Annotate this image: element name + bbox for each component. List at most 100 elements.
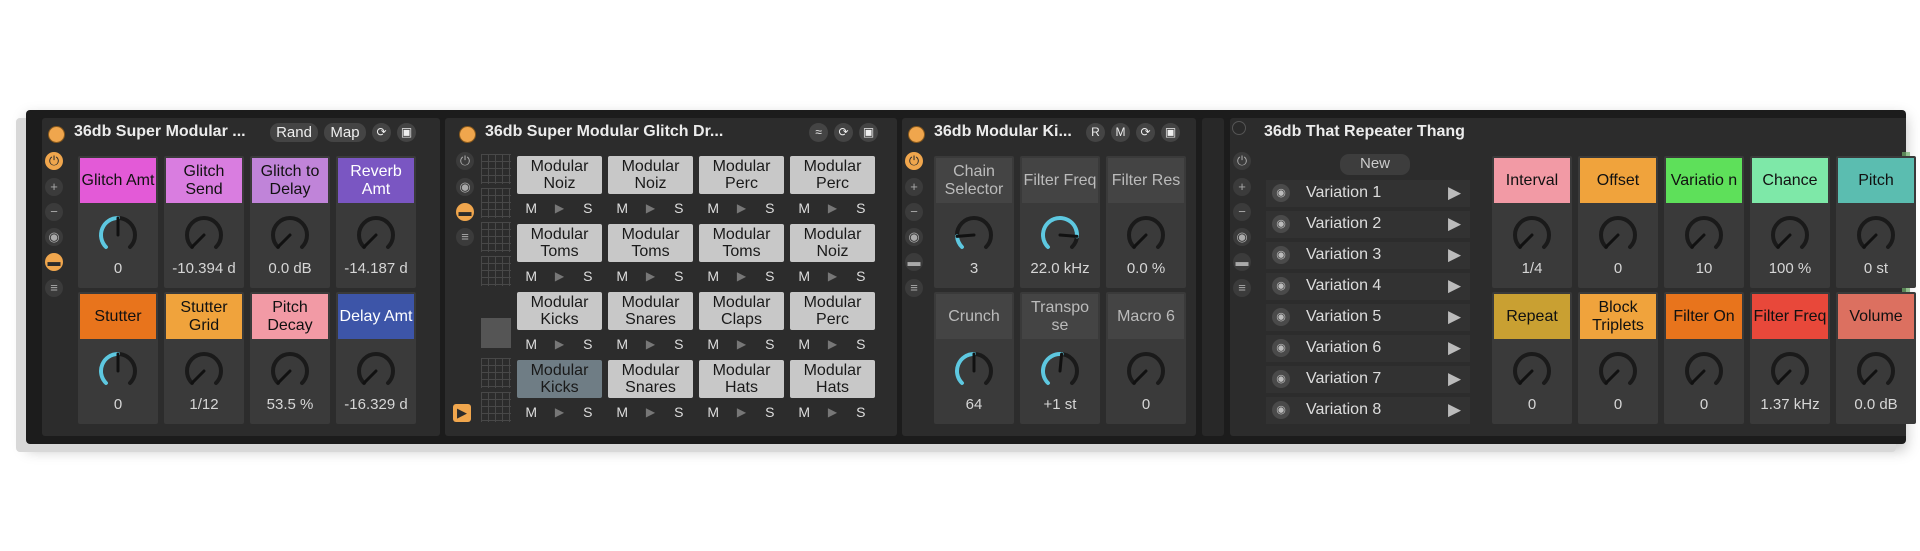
pad-play-icon[interactable]: ▶: [545, 197, 573, 219]
camera-icon[interactable]: ◉: [1272, 401, 1290, 419]
macro-knob[interactable]: [1855, 350, 1897, 392]
pad-mute-button[interactable]: M: [608, 265, 636, 287]
macro-knob[interactable]: [953, 350, 995, 392]
macro-control[interactable]: Volume 0.0 dB: [1836, 292, 1916, 424]
variation-label[interactable]: Variation 8: [1306, 401, 1381, 419]
pad-label[interactable]: Modular Perc: [790, 292, 875, 330]
variation-label[interactable]: Variation 1: [1306, 184, 1381, 202]
pad-play-icon[interactable]: ▶: [727, 333, 755, 355]
macro-control[interactable]: Glitch Send -10.394 d: [164, 156, 244, 288]
pad-solo-button[interactable]: S: [574, 265, 602, 287]
pad-label[interactable]: Modular Kicks: [517, 292, 602, 330]
pad-mute-button[interactable]: M: [790, 333, 818, 355]
macro-control[interactable]: Glitch Amt 0: [78, 156, 158, 288]
power-icon[interactable]: ⏻: [456, 152, 474, 170]
play-icon[interactable]: ▶: [1448, 276, 1461, 296]
macro-control[interactable]: Filter On 0: [1664, 292, 1744, 424]
refresh-icon[interactable]: ⟳: [834, 123, 853, 142]
pad-mute-button[interactable]: M: [517, 197, 545, 219]
pad-play-icon[interactable]: ▶: [818, 197, 846, 219]
macro-control[interactable]: Delay Amt -16.329 d: [336, 292, 416, 424]
macro-toggle-icon[interactable]: ▬: [905, 253, 923, 271]
macro-knob[interactable]: [1769, 350, 1811, 392]
pad-mute-button[interactable]: M: [790, 197, 818, 219]
macro-knob[interactable]: [269, 350, 311, 392]
pad-mute-button[interactable]: M: [790, 401, 818, 423]
pad-solo-button[interactable]: S: [756, 401, 784, 423]
macro-knob[interactable]: [1511, 214, 1553, 256]
chain-list-icon[interactable]: ≡: [456, 228, 474, 246]
pad-bank-grid[interactable]: [481, 392, 511, 422]
pad-solo-button[interactable]: S: [847, 401, 875, 423]
macro-control[interactable]: Crunch 64: [934, 292, 1014, 424]
auto-select-icon[interactable]: ▶: [453, 404, 471, 422]
drum-pad[interactable]: Modular Snares M ▶ S: [608, 292, 693, 356]
pad-label[interactable]: Modular Noiz: [608, 156, 693, 194]
save-icon[interactable]: ▣: [859, 123, 878, 142]
macro-control[interactable]: Variatio n 10: [1664, 156, 1744, 288]
m-button[interactable]: M: [1111, 123, 1130, 142]
pad-label[interactable]: Modular Kicks: [517, 360, 602, 398]
macro-knob[interactable]: [355, 350, 397, 392]
pad-solo-button[interactable]: S: [665, 401, 693, 423]
pad-play-icon[interactable]: ▶: [818, 401, 846, 423]
power-icon[interactable]: ⏻: [45, 152, 63, 170]
pad-solo-button[interactable]: S: [756, 197, 784, 219]
macro-control[interactable]: Chance 100 %: [1750, 156, 1830, 288]
variation-row[interactable]: ◉ Variation 8 ▶: [1266, 397, 1470, 424]
pad-label[interactable]: Modular Toms: [699, 224, 784, 262]
pad-play-icon[interactable]: ▶: [636, 197, 664, 219]
pad-solo-button[interactable]: S: [665, 197, 693, 219]
macro-control[interactable]: Chain Selector 3: [934, 156, 1014, 288]
rand-button[interactable]: Rand: [270, 123, 318, 142]
pad-solo-button[interactable]: S: [665, 265, 693, 287]
macro-knob[interactable]: [1511, 350, 1553, 392]
macro-knob[interactable]: [1769, 214, 1811, 256]
map-button[interactable]: Map: [324, 123, 366, 142]
macro-toggle-icon[interactable]: ▬: [45, 253, 63, 271]
pad-label[interactable]: Modular Toms: [608, 224, 693, 262]
plus-icon[interactable]: +: [905, 178, 923, 196]
pad-label[interactable]: Modular Perc: [790, 156, 875, 194]
play-icon[interactable]: ▶: [1448, 338, 1461, 358]
variation-row[interactable]: ◉ Variation 1 ▶: [1266, 180, 1470, 207]
macro-knob[interactable]: [953, 214, 995, 256]
camera-icon[interactable]: ◉: [1272, 215, 1290, 233]
macro-control[interactable]: Offset 0: [1578, 156, 1658, 288]
pad-label[interactable]: Modular Noiz: [517, 156, 602, 194]
macro-control[interactable]: Stutter 0: [78, 292, 158, 424]
macro-control[interactable]: Transpo se +1 st: [1020, 292, 1100, 424]
play-icon[interactable]: ▶: [1448, 369, 1461, 389]
drum-pad[interactable]: Modular Claps M ▶ S: [699, 292, 784, 356]
pad-mute-button[interactable]: M: [517, 265, 545, 287]
pad-mute-button[interactable]: M: [699, 401, 727, 423]
pad-play-icon[interactable]: ▶: [545, 401, 573, 423]
macro-toggle-icon[interactable]: ▬: [456, 203, 474, 221]
drum-pad[interactable]: Modular Noiz M ▶ S: [608, 156, 693, 220]
pad-solo-button[interactable]: S: [665, 333, 693, 355]
variation-row[interactable]: ◉ Variation 3 ▶: [1266, 242, 1470, 269]
device-on-toggle[interactable]: [459, 126, 476, 143]
save-icon[interactable]: ▣: [1161, 123, 1180, 142]
pad-bank-grid[interactable]: [481, 256, 511, 286]
macro-control[interactable]: Pitch 0 st: [1836, 156, 1916, 288]
macro-knob[interactable]: [1597, 350, 1639, 392]
pad-mute-button[interactable]: M: [699, 333, 727, 355]
pad-bank-grid[interactable]: [481, 188, 511, 218]
macro-knob[interactable]: [183, 350, 225, 392]
play-icon[interactable]: ▶: [1448, 245, 1461, 265]
power-icon[interactable]: ⏻: [905, 152, 923, 170]
pad-label[interactable]: Modular Snares: [608, 292, 693, 330]
variation-label[interactable]: Variation 6: [1306, 339, 1381, 357]
variation-label[interactable]: Variation 7: [1306, 370, 1381, 388]
pad-mute-button[interactable]: M: [517, 333, 545, 355]
drum-pad[interactable]: Modular Toms M ▶ S: [608, 224, 693, 288]
variation-label[interactable]: Variation 2: [1306, 215, 1381, 233]
pad-bank-grid-selected[interactable]: [481, 318, 511, 348]
minus-icon[interactable]: −: [905, 203, 923, 221]
macro-knob[interactable]: [1855, 214, 1897, 256]
pad-bank-grid[interactable]: [481, 358, 511, 388]
pad-play-icon[interactable]: ▶: [545, 265, 573, 287]
play-icon[interactable]: ▶: [1448, 400, 1461, 420]
drum-pad[interactable]: Modular Kicks M ▶ S: [517, 360, 602, 424]
